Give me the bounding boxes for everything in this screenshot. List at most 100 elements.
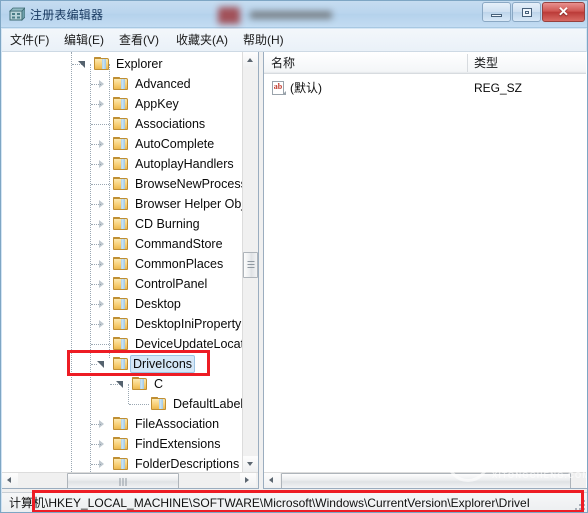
menu-help[interactable]: 帮助(H) <box>239 32 288 49</box>
content-area: Explorer Advanced AppKey Associations Au… <box>2 52 587 492</box>
registry-tree-pane[interactable]: Explorer Advanced AppKey Associations Au… <box>2 52 259 489</box>
expander-expanded-icon[interactable] <box>78 60 87 69</box>
tree-item-associations[interactable]: Associations <box>2 114 243 134</box>
grip-icon <box>247 261 254 268</box>
expander-collapsed-icon[interactable] <box>97 460 106 469</box>
folder-icon <box>113 257 128 270</box>
status-bar: 计算机\HKEY_LOCAL_MACHINE\SOFTWARE\Microsof… <box>2 492 587 512</box>
close-icon: ✕ <box>558 4 569 19</box>
column-header-name[interactable]: 名称 <box>271 55 295 71</box>
menu-edit[interactable]: 编辑(E) <box>60 32 108 49</box>
tree-item-autoplayhandlers[interactable]: AutoplayHandlers <box>2 154 243 174</box>
value-row[interactable]: ab (默认) REG_SZ <box>264 78 586 98</box>
scroll-down-button[interactable] <box>243 456 258 472</box>
tree-item-appkey[interactable]: AppKey <box>2 94 243 114</box>
expander-collapsed-icon[interactable] <box>97 200 106 209</box>
expander-collapsed-icon[interactable] <box>97 140 106 149</box>
expander-collapsed-icon[interactable] <box>97 260 106 269</box>
folder-icon <box>113 97 128 110</box>
expander-collapsed-icon[interactable] <box>97 440 106 449</box>
expander-collapsed-icon[interactable] <box>97 320 106 329</box>
expander-expanded-icon[interactable] <box>97 360 106 369</box>
tree-item-driveicons[interactable]: DriveIcons <box>2 354 243 374</box>
scroll-left-button[interactable] <box>2 473 18 488</box>
menu-favorites[interactable]: 收藏夹(A) <box>172 32 232 49</box>
scroll-left-button[interactable] <box>264 473 280 488</box>
expander-collapsed-icon[interactable] <box>97 220 106 229</box>
tree-item-autocomplete[interactable]: AutoComplete <box>2 134 243 154</box>
expander-collapsed-icon[interactable] <box>97 300 106 309</box>
tree-item-explorer[interactable]: Explorer <box>2 54 243 74</box>
tree-item-commandstore[interactable]: CommandStore <box>2 234 243 254</box>
tree-item-controlpanel[interactable]: ControlPanel <box>2 274 243 294</box>
folder-icon <box>113 177 128 190</box>
chevron-up-icon <box>247 58 253 62</box>
tree-item-label: Desktop <box>135 297 181 311</box>
tree-item-commonplaces[interactable]: CommonPlaces <box>2 254 243 274</box>
tree-item-label: AutoplayHandlers <box>135 157 234 171</box>
tree-item-findextensions[interactable]: FindExtensions <box>2 434 243 454</box>
expander-collapsed-icon[interactable] <box>97 280 106 289</box>
tree-item-label: CommonPlaces <box>135 257 224 271</box>
tree-item-browsenewprocess[interactable]: BrowseNewProcess <box>2 174 243 194</box>
column-header-type[interactable]: 类型 <box>474 55 498 71</box>
string-value-icon: ab <box>272 81 286 95</box>
registry-editor-icon <box>9 7 25 21</box>
tree-item-label: CD Burning <box>135 217 200 231</box>
folder-icon <box>113 297 128 310</box>
tree-item-cd-burning[interactable]: CD Burning <box>2 214 243 234</box>
tree-vertical-scrollbar[interactable] <box>242 52 258 472</box>
tree-item-label: CommandStore <box>135 237 223 251</box>
registry-path-text: 计算机\HKEY_LOCAL_MACHINE\SOFTWARE\Microsof… <box>9 496 531 510</box>
tree-item-label: Explorer <box>116 57 163 71</box>
tree-item-label: DeviceUpdateLocatio <box>135 337 243 351</box>
folder-icon <box>113 277 128 290</box>
expander-collapsed-icon[interactable] <box>97 420 106 429</box>
tree-vscroll-thumb[interactable] <box>243 252 258 278</box>
tree-item-c[interactable]: C <box>2 374 243 394</box>
folder-icon <box>151 397 166 410</box>
expander-collapsed-icon[interactable] <box>97 80 106 89</box>
folder-icon <box>113 317 128 330</box>
tree-item-desktop[interactable]: Desktop <box>2 294 243 314</box>
folder-icon <box>113 357 128 370</box>
registry-tree: Explorer Advanced AppKey Associations Au… <box>2 52 243 472</box>
tree-hscroll-thumb[interactable] <box>67 473 179 488</box>
minimize-button[interactable] <box>482 2 511 22</box>
tree-item-fileassociation[interactable]: FileAssociation <box>2 414 243 434</box>
tree-item-advanced[interactable]: Advanced <box>2 74 243 94</box>
restore-icon <box>522 8 532 17</box>
tree-item-deviceupdatelocation[interactable]: DeviceUpdateLocatio <box>2 334 243 354</box>
expander-collapsed-icon[interactable] <box>97 160 106 169</box>
tree-item-label: Advanced <box>135 77 191 91</box>
folder-icon <box>113 417 128 430</box>
tree-item-folderdescriptions[interactable]: FolderDescriptions <box>2 454 243 472</box>
menu-file[interactable]: 文件(F) <box>6 32 53 49</box>
tree-horizontal-scrollbar[interactable] <box>2 472 258 488</box>
expander-expanded-icon[interactable] <box>116 380 125 389</box>
close-button[interactable]: ✕ <box>542 2 585 22</box>
values-horizontal-scrollbar[interactable] <box>264 472 586 488</box>
folder-icon <box>113 197 128 210</box>
maximize-restore-button[interactable] <box>512 2 541 22</box>
column-divider[interactable] <box>467 54 468 72</box>
tree-item-browser-helper-objects[interactable]: Browser Helper Obje <box>2 194 243 214</box>
scroll-up-button[interactable] <box>243 52 258 68</box>
chevron-left-icon <box>269 477 273 483</box>
menu-view[interactable]: 查看(V) <box>115 32 163 49</box>
chevron-down-icon <box>247 462 253 466</box>
scroll-right-button[interactable] <box>240 473 256 488</box>
values-hscroll-thumb[interactable] <box>281 473 571 488</box>
menu-bar: 文件(F) 编辑(E) 查看(V) 收藏夹(A) 帮助(H) <box>2 29 586 52</box>
resize-grip[interactable] <box>572 497 585 510</box>
expander-collapsed-icon[interactable] <box>97 100 106 109</box>
tree-item-label: DriveIcons <box>130 355 196 373</box>
tree-item-defaultlabel[interactable]: DefaultLabel <box>2 394 243 414</box>
title-bar[interactable]: 注册表编辑器 ✕ <box>1 1 587 28</box>
expander-collapsed-icon[interactable] <box>97 240 106 249</box>
window-title: 注册表编辑器 <box>30 8 104 22</box>
registry-values-pane[interactable]: 名称 类型 ab (默认) REG_SZ <box>263 52 587 489</box>
tree-item-label: Browser Helper Obje <box>135 197 243 211</box>
tree-item-label: FileAssociation <box>135 417 220 431</box>
tree-item-desktopinipropertybag[interactable]: DesktopIniPropertyN <box>2 314 243 334</box>
